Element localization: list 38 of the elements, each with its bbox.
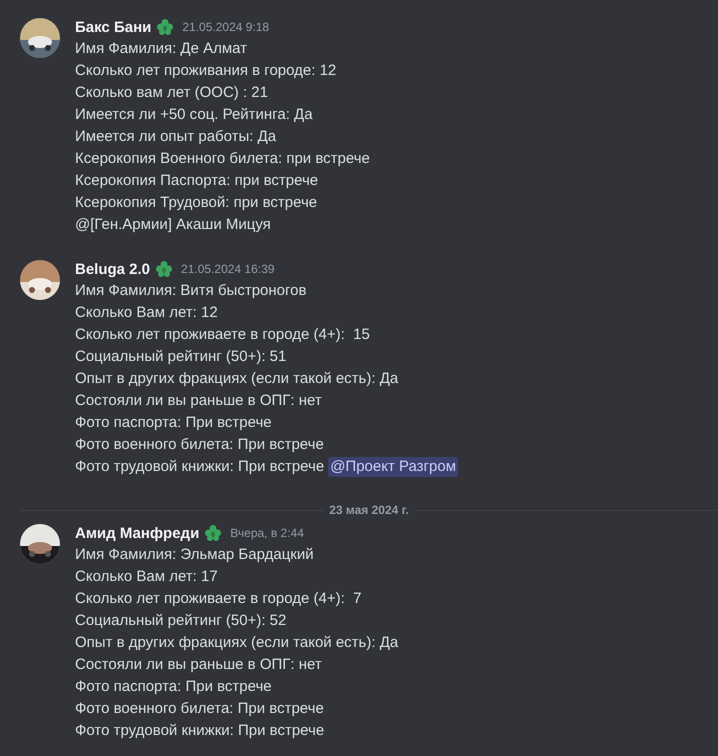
message-text: Состояли ли вы раньше в ОПГ: нет — [75, 391, 322, 411]
timestamp: Вчера, в 2:44 — [230, 526, 304, 540]
message-text: Сколько лет проживаете в городе (4+): 15 — [75, 325, 370, 345]
timestamp: 21.05.2024 16:39 — [181, 262, 274, 276]
message-text: Фото военного билета: При встрече — [75, 699, 324, 719]
timestamp: 21.05.2024 9:18 — [182, 20, 270, 34]
author-name[interactable]: Амид Манфреди — [75, 524, 200, 542]
message-text: Сколько Вам лет: 17 — [75, 567, 218, 587]
message-text: Имя Фамилия: Эльмар Бардацкий — [75, 545, 314, 565]
message-text: Состояли ли вы раньше в ОПГ: нет — [75, 655, 322, 675]
mention-link[interactable]: @Проект Разгром — [328, 457, 458, 477]
message-text: Опыт в других фракциях (если такой есть): Да — [75, 633, 398, 653]
message-text: Ксерокопия Военного билета: при встрече — [75, 149, 370, 169]
message-text: Имя Фамилия: Витя быстроногов — [75, 281, 306, 301]
message-text: Ксерокопия Паспорта: при встрече — [75, 171, 318, 191]
flower-badge-icon — [204, 524, 222, 542]
message-text: Фото военного билета: При встрече — [75, 435, 324, 455]
message-text: Фото трудовой книжки: При встрече — [75, 721, 324, 741]
message-text: Сколько вам лет (ООС) : 21 — [75, 83, 268, 103]
message-text: Сколько Вам лет: 12 — [75, 303, 218, 323]
message-text: Имя Фамилия: Де Алмат — [75, 39, 248, 59]
message-text: Фото паспорта: При встрече — [75, 413, 272, 433]
message-text: Социальный рейтинг (50+): 52 — [75, 611, 286, 631]
message-text: Имеется ли +50 соц. Рейтинга: Да — [75, 105, 313, 125]
flower-badge-icon — [155, 260, 174, 278]
message-text: Фото трудовой книжки: При встрече — [75, 457, 324, 477]
date-divider: 23 мая 2024 г. — [329, 503, 409, 517]
message-text: Сколько лет проживаете в городе (4+): 7 — [75, 589, 362, 609]
message-text: Ксерокопия Трудовой: при встрече — [75, 193, 318, 213]
message-text: Опыт в других фракциях (если такой есть): Да — [75, 369, 398, 389]
message-text: Фото паспорта: При встрече — [75, 677, 272, 697]
message-text: Социальный рейтинг (50+): 51 — [75, 347, 286, 367]
author-name[interactable]: Beluga 2.0 — [75, 260, 150, 278]
message-text: @[Ген.Армии] Акаши Мицуя — [75, 215, 271, 235]
flower-badge-icon — [156, 18, 174, 36]
message-text: Сколько лет проживания в городе: 12 — [75, 61, 336, 81]
message-text: Имеется ли опыт работы: Да — [75, 127, 276, 147]
author-name[interactable]: Бакс Бани — [75, 18, 152, 36]
